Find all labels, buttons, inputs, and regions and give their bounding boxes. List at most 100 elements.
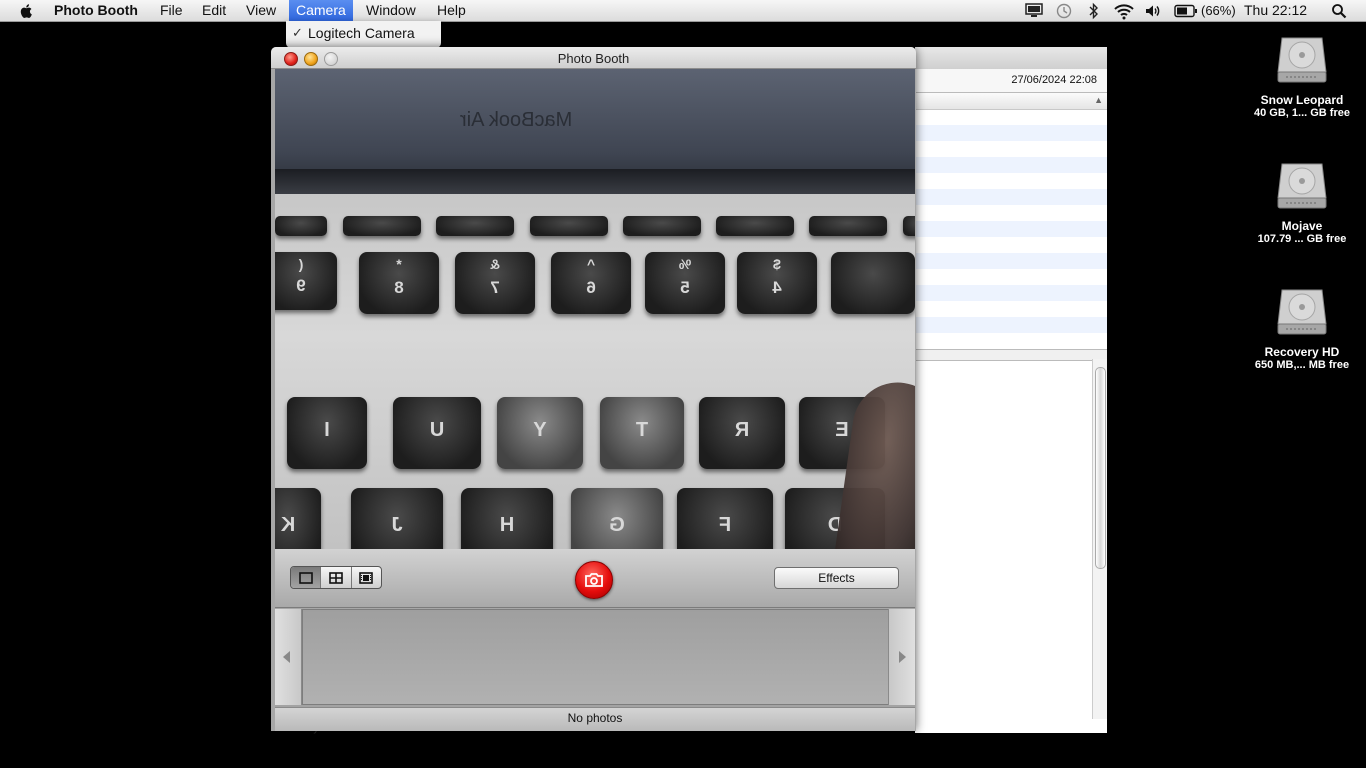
screen-text: MacBook Air [460, 109, 573, 131]
photo-count-status: No photos [275, 707, 915, 731]
keyboard-key: ^ 6 [551, 252, 631, 314]
split-divider[interactable] [915, 349, 1107, 361]
menu-camera[interactable]: Camera [289, 0, 353, 21]
hard-drive-icon [1277, 289, 1327, 335]
list-row[interactable] [915, 221, 1107, 237]
battery-icon[interactable] [1174, 4, 1198, 18]
spotlight-icon[interactable] [1331, 3, 1347, 19]
keyboard-key [436, 216, 514, 236]
list-row[interactable] [915, 253, 1107, 269]
menu-app-name[interactable]: Photo Booth [54, 0, 138, 21]
menu-file[interactable]: File [160, 0, 183, 21]
camera-preview: MacBook Air ( 9 * 8 & 7 ^ 6 % 5 $ 4 I U … [275, 69, 915, 549]
keyboard-key [343, 216, 421, 236]
sort-arrow-icon[interactable]: ▲ [1094, 95, 1103, 105]
display-icon[interactable] [1025, 2, 1043, 18]
background-finder-window[interactable]: 27/06/2024 22:08 ▲ [915, 47, 1107, 733]
menu-view[interactable]: View [246, 0, 276, 21]
keyboard-key: J [351, 488, 443, 549]
chevron-right-icon [899, 651, 906, 663]
bluetooth-icon[interactable] [1088, 2, 1100, 20]
drive-name: Recovery HD [1264, 345, 1340, 359]
list-row[interactable] [915, 301, 1107, 317]
window-titlebar[interactable]: Photo Booth [271, 47, 916, 69]
scroll-right-button[interactable] [888, 609, 915, 705]
keyboard-key: F [677, 488, 773, 549]
list-row[interactable] [915, 157, 1107, 173]
list-row[interactable] [915, 317, 1107, 333]
keyboard-key: R [699, 397, 785, 469]
keyboard-key: Y [497, 397, 583, 469]
desktop-drive-recovery-hd[interactable]: Recovery HD 650 MB,... MB free [1242, 282, 1362, 371]
camera-icon [585, 573, 603, 587]
apple-icon[interactable] [18, 3, 36, 19]
keyboard-key: I [287, 397, 367, 469]
battery-percent: (66%) [1201, 3, 1236, 18]
keyboard-key: & 7 [455, 252, 535, 314]
menu-bar: Photo Booth File Edit View Camera Window… [0, 0, 1366, 22]
keyboard-key: U [393, 397, 481, 469]
photo-strip [275, 609, 915, 707]
drive-info: 40 GB, 1... GB free [1254, 107, 1350, 119]
list-row[interactable] [915, 205, 1107, 221]
photo-strip-well [302, 609, 889, 705]
take-photo-button[interactable] [575, 561, 613, 599]
keyboard-key: $ 4 [737, 252, 817, 314]
single-photo-mode-icon[interactable] [291, 567, 322, 588]
drive-info: 107.79 ... GB free [1257, 233, 1347, 245]
column-header[interactable]: ▲ [915, 93, 1107, 110]
keyboard-key [275, 216, 327, 236]
volume-icon[interactable] [1144, 2, 1162, 20]
time-machine-icon[interactable] [1055, 2, 1073, 20]
camera-menu-dropdown: ✓ Logitech Camera [286, 21, 441, 48]
keyboard-key [530, 216, 608, 236]
scroll-thumb[interactable] [1095, 367, 1106, 569]
desktop-drive-snow-leopard[interactable]: Snow Leopard 40 GB, 1... GB free [1242, 30, 1362, 119]
list-row[interactable] [915, 189, 1107, 205]
drive-name: Mojave [1281, 219, 1323, 233]
hard-drive-icon [1277, 37, 1327, 83]
window-title: Photo Booth [557, 51, 630, 66]
keyboard-key [831, 252, 915, 314]
hard-drive-icon [1277, 163, 1327, 209]
menu-window[interactable]: Window [366, 0, 416, 21]
list-row[interactable] [915, 173, 1107, 189]
keyboard-key [809, 216, 887, 236]
keyboard-key [716, 216, 794, 236]
laptop-hinge [275, 169, 915, 194]
list-row[interactable] [915, 125, 1107, 141]
menu-help[interactable]: Help [437, 0, 466, 21]
menu-edit[interactable]: Edit [202, 0, 226, 21]
modified-date: 27/06/2024 22:08 [1011, 74, 1097, 86]
checkmark-icon: ✓ [292, 25, 303, 40]
list-row[interactable] [915, 269, 1107, 285]
menu-clock[interactable]: Thu 22:12 [1244, 0, 1307, 21]
photo-booth-window: Photo Booth MacBook Air ( 9 * 8 & 7 ^ 6 … [271, 47, 916, 731]
keyboard-key [623, 216, 701, 236]
photo-booth-toolbar: Effects [275, 549, 915, 608]
chevron-left-icon [283, 651, 290, 663]
four-up-mode-icon[interactable] [321, 567, 352, 588]
vertical-scrollbar[interactable] [1092, 359, 1107, 719]
menu-item-logitech-camera[interactable]: Logitech Camera [308, 25, 415, 41]
scroll-left-button[interactable] [275, 609, 302, 705]
movie-mode-icon[interactable] [352, 567, 381, 588]
keyboard-key: T [600, 397, 684, 469]
desktop-drive-mojave[interactable]: Mojave 107.79 ... GB free [1242, 156, 1362, 245]
background-window-header: 27/06/2024 22:08 [915, 69, 1107, 93]
keyboard-key: * 8 [359, 252, 439, 314]
keyboard-key [903, 216, 915, 236]
keyboard-key: K [275, 488, 321, 549]
keyboard-deck: ( 9 * 8 & 7 ^ 6 % 5 $ 4 I U Y T R E K J … [275, 194, 915, 549]
capture-mode-selector[interactable] [290, 566, 382, 589]
keyboard-key: ( 9 [275, 252, 337, 310]
list-rows [915, 125, 1107, 333]
wifi-icon[interactable] [1113, 2, 1135, 20]
effects-button[interactable]: Effects [774, 567, 899, 589]
drive-info: 650 MB,... MB free [1254, 359, 1350, 371]
drive-name: Snow Leopard [1260, 93, 1344, 107]
list-row[interactable] [915, 141, 1107, 157]
list-row[interactable] [915, 237, 1107, 253]
background-window-titlebar[interactable] [915, 47, 1107, 69]
list-row[interactable] [915, 285, 1107, 301]
